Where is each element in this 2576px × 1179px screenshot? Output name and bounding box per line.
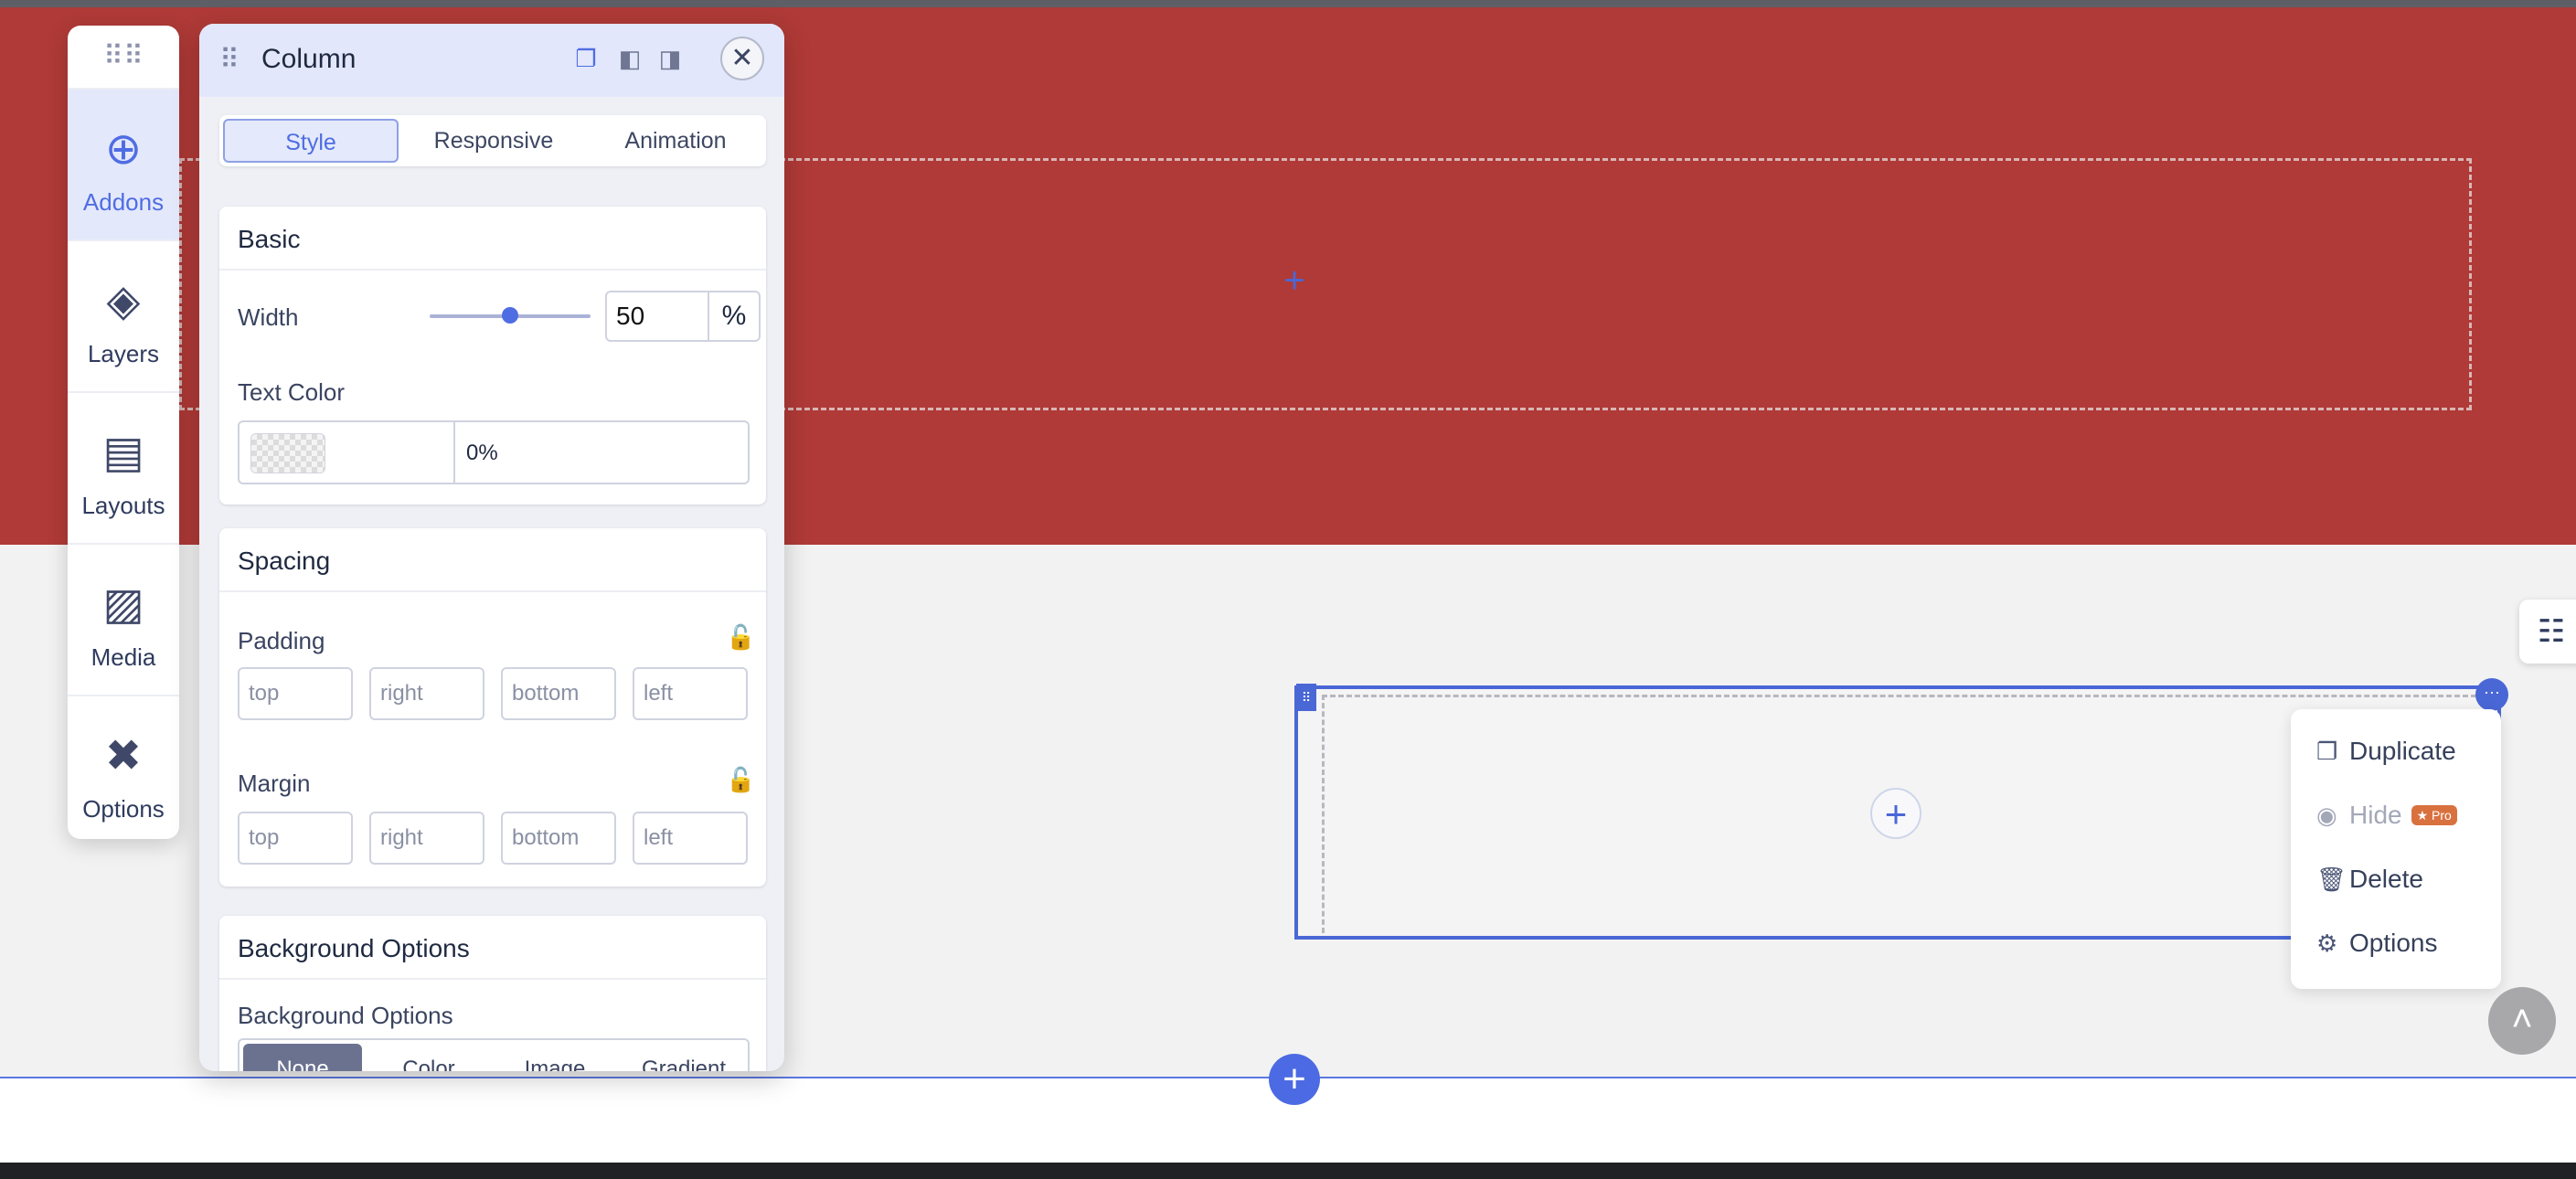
width-slider-handle[interactable] bbox=[502, 307, 518, 324]
sidebar-drag-handle-icon[interactable]: ⠿⠿ bbox=[68, 26, 179, 88]
background-title: Background Options bbox=[238, 934, 470, 962]
background-card: Background Options Background Options No… bbox=[219, 916, 766, 1071]
close-icon[interactable]: ✕ bbox=[720, 37, 764, 80]
background-color[interactable]: Color bbox=[369, 1044, 488, 1071]
sidebar-item-media[interactable]: ▨ Media bbox=[68, 543, 179, 695]
spacing-title: Spacing bbox=[238, 547, 331, 575]
sidebar-item-options[interactable]: ✖ Options bbox=[68, 695, 179, 839]
margin-top-input[interactable]: top bbox=[238, 812, 353, 865]
margin-left-input[interactable]: left bbox=[633, 812, 748, 865]
divider bbox=[219, 590, 766, 592]
context-delete[interactable]: 🗑 Delete bbox=[2316, 861, 2423, 898]
margin-right-input[interactable]: right bbox=[369, 812, 484, 865]
background-type-selector: None Color Image Gradient bbox=[238, 1038, 750, 1071]
context-delete-label: Delete bbox=[2349, 865, 2423, 893]
add-section-button[interactable]: + bbox=[1269, 1054, 1320, 1105]
width-input[interactable]: 50 bbox=[605, 291, 709, 342]
layers-icon: ◈ bbox=[106, 277, 141, 325]
sidebar-item-label: Layouts bbox=[81, 492, 165, 519]
text-color-label: Text Color bbox=[238, 378, 346, 406]
add-addon-plus-icon[interactable]: + bbox=[1280, 262, 1309, 299]
context-hide-label: Hide bbox=[2349, 801, 2402, 829]
tab-responsive[interactable]: Responsive bbox=[406, 119, 581, 163]
padding-left-input[interactable]: left bbox=[633, 667, 748, 720]
right-panel-toggle-icon[interactable]: ☷ bbox=[2519, 600, 2576, 664]
panel-title: Column bbox=[261, 44, 357, 74]
text-color-opacity[interactable]: 0% bbox=[466, 441, 498, 466]
background-image[interactable]: Image bbox=[495, 1044, 614, 1071]
scroll-to-top-button[interactable]: ˄ bbox=[2488, 987, 2556, 1055]
dock-left-icon[interactable]: ◧ bbox=[616, 46, 644, 71]
panel-drag-handle-icon[interactable]: ⠿ bbox=[219, 44, 240, 76]
context-hide[interactable]: ◉ Hide ★ Pro bbox=[2316, 797, 2457, 834]
background-none[interactable]: None bbox=[243, 1044, 362, 1071]
padding-label: Padding bbox=[238, 627, 325, 654]
width-label: Width bbox=[238, 303, 299, 331]
context-options-label: Options bbox=[2349, 929, 2438, 957]
divider bbox=[219, 978, 766, 980]
eye-icon: ◉ bbox=[2316, 801, 2337, 829]
context-duplicate-label: Duplicate bbox=[2349, 737, 2456, 765]
margin-label: Margin bbox=[238, 770, 311, 797]
background-options-label: Background Options bbox=[238, 1002, 453, 1029]
padding-bottom-input[interactable]: bottom bbox=[501, 667, 616, 720]
dock-right-icon[interactable]: ◨ bbox=[656, 46, 684, 71]
divider bbox=[453, 422, 455, 483]
column-more-options-icon[interactable]: ··· bbox=[2475, 678, 2508, 711]
sidebar-item-label: Media bbox=[90, 643, 156, 671]
basic-title: Basic bbox=[238, 225, 301, 253]
color-swatch[interactable] bbox=[250, 433, 325, 473]
column-context-menu: ❐ Duplicate ◉ Hide ★ Pro 🗑 Delete ⚙ Opti… bbox=[2291, 709, 2501, 989]
column-settings-panel: ⠿ Column ❐ ◧ ◨ ✕ Style Responsive Animat… bbox=[199, 24, 784, 1071]
sidebar-item-label: Addons bbox=[82, 188, 165, 216]
gear-icon: ⚙ bbox=[2316, 929, 2338, 957]
layout-icon: ▤ bbox=[102, 429, 144, 477]
basic-card: Basic Width 50 % Text Color 0% bbox=[219, 207, 766, 505]
builder-sidebar: ⠿⠿ ⊕ Addons ◈ Layers ▤ Layouts ▨ Media ✖… bbox=[68, 26, 179, 839]
float-view-icon[interactable]: ❐ bbox=[572, 46, 600, 71]
spacing-card: Spacing Padding 🔓 top right bottom left … bbox=[219, 528, 766, 887]
context-duplicate[interactable]: ❐ Duplicate bbox=[2316, 733, 2456, 770]
padding-right-input[interactable]: right bbox=[369, 667, 484, 720]
context-options[interactable]: ⚙ Options bbox=[2316, 925, 2438, 961]
sidebar-item-label: Layers bbox=[87, 340, 160, 367]
tools-icon: ✖ bbox=[104, 732, 143, 781]
padding-link-unlock-icon[interactable]: 🔓 bbox=[726, 623, 755, 652]
padding-top-input[interactable]: top bbox=[238, 667, 353, 720]
top-bar bbox=[0, 0, 2576, 7]
column-add-addon-button[interactable]: + bbox=[1870, 788, 1921, 839]
margin-link-unlock-icon[interactable]: 🔓 bbox=[726, 766, 755, 794]
sidebar-item-label: Options bbox=[82, 795, 165, 823]
sidebar-item-addons[interactable]: ⊕ Addons bbox=[68, 88, 179, 239]
text-color-field[interactable]: 0% bbox=[238, 420, 750, 484]
width-unit-select[interactable]: % bbox=[709, 291, 761, 342]
bottom-dock bbox=[0, 1163, 2576, 1179]
panel-header: ⠿ Column ❐ ◧ ◨ ✕ bbox=[199, 24, 784, 97]
tab-animation[interactable]: Animation bbox=[589, 119, 762, 163]
divider bbox=[219, 269, 766, 271]
column-drag-handle[interactable]: ⠿ bbox=[1296, 684, 1316, 711]
tab-style[interactable]: Style bbox=[223, 119, 399, 163]
sidebar-item-layouts[interactable]: ▤ Layouts bbox=[68, 391, 179, 543]
background-gradient[interactable]: Gradient bbox=[622, 1044, 746, 1071]
sidebar-item-layers[interactable]: ◈ Layers bbox=[68, 239, 179, 391]
margin-bottom-input[interactable]: bottom bbox=[501, 812, 616, 865]
plus-circle-icon: ⊕ bbox=[104, 125, 143, 174]
panel-tabs: Style Responsive Animation bbox=[219, 115, 766, 166]
pro-badge: ★ Pro bbox=[2411, 805, 2457, 825]
copy-icon: ❐ bbox=[2316, 737, 2338, 765]
trash-icon: 🗑 bbox=[2316, 865, 2347, 893]
media-icon: ▨ bbox=[102, 580, 144, 629]
